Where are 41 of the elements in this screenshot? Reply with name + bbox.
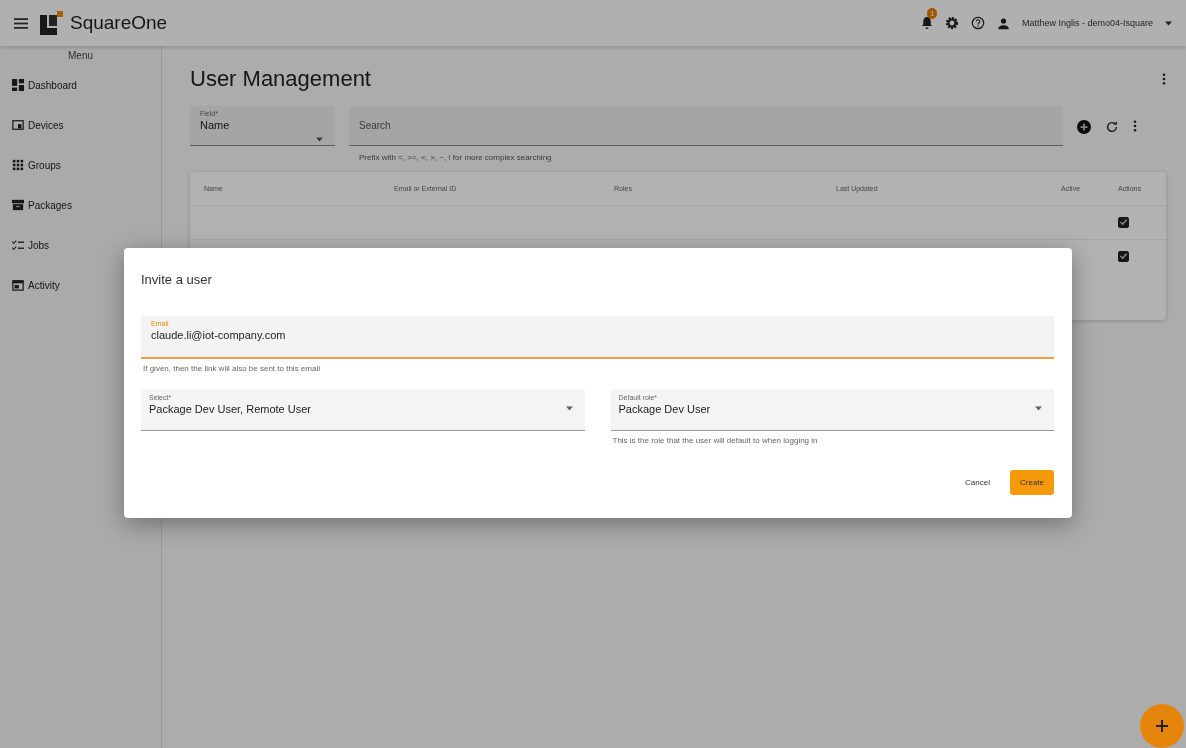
sidebar-item[interactable]: Jobs [0,225,161,265]
dropdown-icon [1035,406,1042,411]
menu-icon[interactable] [14,17,28,29]
dashboard-icon [12,79,24,91]
box-icon [12,199,24,211]
user-account[interactable]: Matthew Inglis - demo04-Isquare [1021,18,1153,28]
user-icon[interactable] [996,16,1010,30]
create-button[interactable]: Create [1010,470,1054,495]
notification-badge: 1 [926,8,938,19]
sidebar-item[interactable]: Devices [0,105,161,145]
devices-icon [12,119,24,131]
checkbox[interactable] [1118,250,1129,262]
search-field[interactable]: Search [349,106,1063,146]
menu-title: Menu [67,50,94,61]
default-role-hint: This is the role that the user will default to when logging in [612,436,819,445]
dropdown-icon [565,406,573,411]
add-icon[interactable] [1077,120,1091,134]
sidebar-item[interactable]: Groups [0,145,161,185]
plus-icon [1154,718,1170,734]
email-hint: If given, then the link will also be sent to this email [143,364,321,373]
dropdown-icon [316,137,323,142]
add-button[interactable] [1140,704,1184,748]
more-icon[interactable] [1133,120,1137,132]
sidebar-item[interactable]: Dashboard [0,65,161,105]
refresh-icon[interactable] [1105,120,1119,134]
sidebar-item[interactable]: Packages [0,185,161,225]
settings-icon[interactable] [944,16,959,30]
page-title: User Management [190,66,371,92]
checkbox[interactable] [1118,216,1129,228]
more-icon[interactable] [1162,73,1166,85]
checklist-icon [12,239,24,251]
brand-name: SquareOne [70,12,168,34]
grid-icon [12,159,24,171]
dialog-title: Invite a user [141,272,213,289]
notification-icon[interactable] [920,16,933,30]
logo-icon [40,11,64,35]
caret-icon[interactable] [1165,20,1172,26]
calendar-icon [12,279,24,291]
help-icon[interactable] [970,16,985,30]
search-hint: Prefix with =, >=, <, >, ~, ! for more complex searching [359,153,553,162]
cancel-button[interactable]: Cancel [955,470,1000,495]
